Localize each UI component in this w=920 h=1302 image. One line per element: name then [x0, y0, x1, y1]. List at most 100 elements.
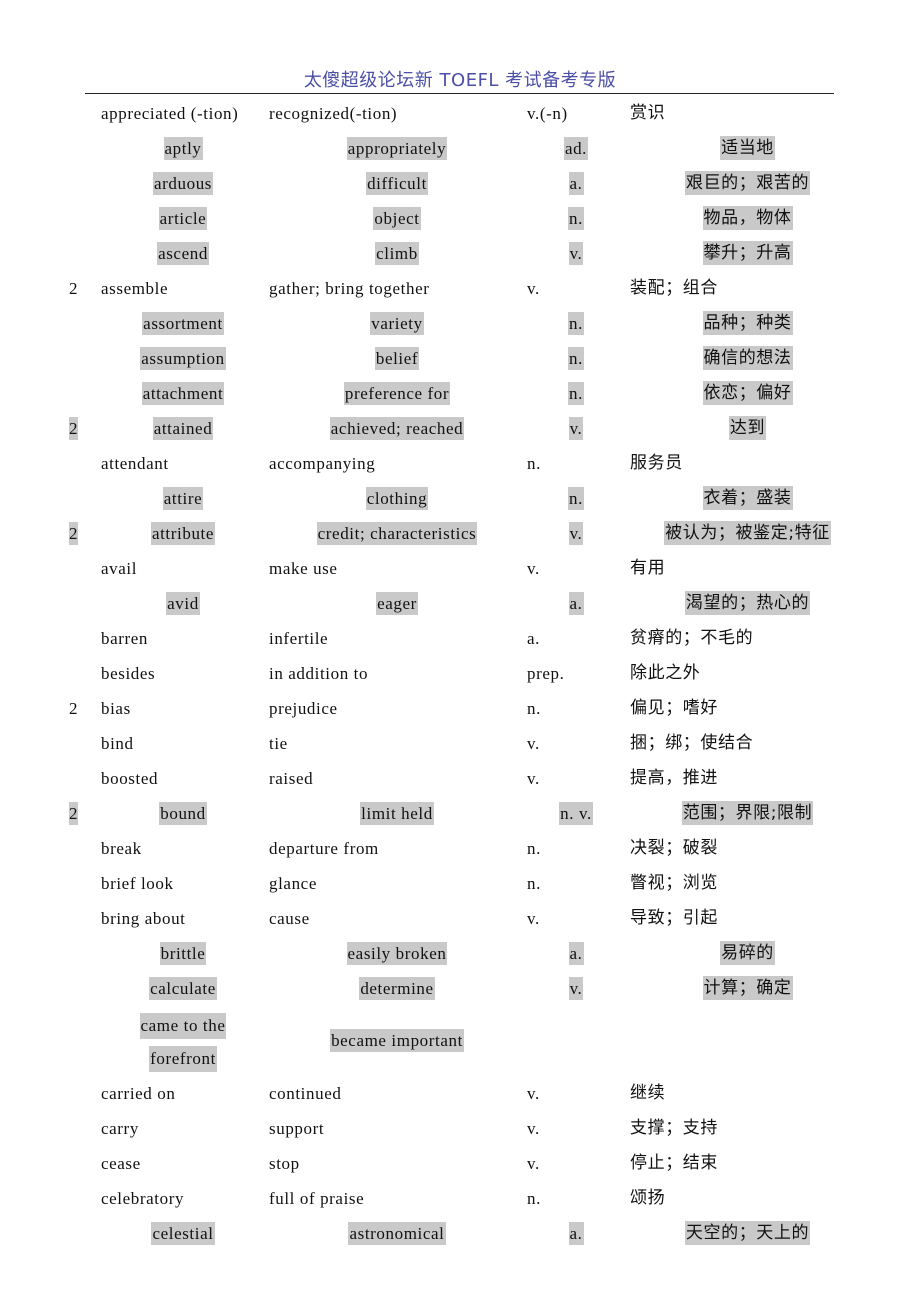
headword-cell: bring about — [101, 901, 186, 936]
chinese-meaning-text: 颂扬 — [630, 1188, 666, 1208]
headword-text: brittle — [159, 942, 207, 965]
part-of-speech-cell: a. — [540, 586, 612, 621]
table-row: 2 attribute credit; characteristics v. 被认为；被… — [0, 516, 920, 551]
part-of-speech-cell: n. — [540, 341, 612, 376]
part-of-speech-cell: v. — [527, 1111, 540, 1146]
part-of-speech-text: prep. — [527, 664, 565, 683]
part-of-speech-cell: v. — [540, 971, 612, 1006]
synonym-text: tie — [269, 734, 288, 753]
chinese-meaning-cell — [650, 1006, 845, 1076]
headword-text: avail — [101, 559, 138, 578]
synonym-text: variety — [370, 312, 424, 335]
headword-text: assumption — [140, 347, 226, 370]
chinese-meaning-cell: 攀升；升高 — [650, 236, 845, 271]
table-row: brittle easily broken a. 易碎的 — [0, 936, 920, 971]
part-of-speech-cell: n. — [540, 376, 612, 411]
part-of-speech-text: a. — [527, 629, 540, 648]
synonym-text: accompanying — [269, 454, 376, 473]
chinese-meaning-cell: 易碎的 — [650, 936, 845, 971]
part-of-speech-cell: n. — [527, 691, 541, 726]
chinese-meaning-text: 依恋；偏好 — [702, 381, 793, 405]
headword-text: celestial — [151, 1222, 215, 1245]
chinese-meaning-cell: 支撑；支持 — [630, 1111, 718, 1146]
chinese-meaning-text: 偏见；嗜好 — [630, 698, 718, 718]
table-row: brief look glance n. 瞥视；浏览 — [0, 866, 920, 901]
table-row: arduous difficult a. 艰巨的；艰苦的 — [0, 166, 920, 201]
chinese-meaning-text: 导致；引起 — [630, 908, 718, 928]
headword-text: attire — [162, 487, 204, 510]
headword-text: barren — [101, 629, 149, 648]
chinese-meaning-cell: 赏识 — [630, 96, 665, 131]
part-of-speech-cell: n. — [527, 831, 541, 866]
chinese-meaning-cell: 物品，物体 — [650, 201, 845, 236]
table-row: bring about cause v. 导致；引起 — [0, 901, 920, 936]
chinese-meaning-text: 停止；结束 — [630, 1153, 718, 1173]
chinese-meaning-text: 决裂；破裂 — [630, 838, 718, 858]
part-of-speech-cell: v.(-n) — [527, 96, 568, 131]
headword-cell: attendant — [101, 446, 169, 481]
table-row: attendant accompanying n. 服务员 — [0, 446, 920, 481]
part-of-speech-text: v. — [527, 559, 540, 578]
headword-text: attained — [152, 417, 214, 440]
headword-text: boosted — [101, 769, 159, 788]
chinese-meaning-cell: 品种；种类 — [650, 306, 845, 341]
synonym-text: make use — [269, 559, 338, 578]
headword-cell: aptly — [100, 131, 266, 166]
synonym-cell: easily broken — [290, 936, 504, 971]
chinese-meaning-text: 艰巨的；艰苦的 — [684, 171, 811, 195]
headword-text: brief look — [101, 874, 174, 893]
part-of-speech-text: a. — [568, 172, 584, 195]
headword-cell: celebratory — [101, 1181, 184, 1216]
headword-lines: came to the forefront — [139, 1009, 227, 1075]
chinese-meaning-text: 天空的；天上的 — [684, 1221, 811, 1245]
table-row: assortment variety n. 品种；种类 — [0, 306, 920, 341]
headword-text: bring about — [101, 909, 186, 928]
headword-cell: avail — [101, 551, 137, 586]
headword-cell: attribute — [100, 516, 266, 551]
table-row: appreciated (-tion) recognized(-tion) v.(-… — [0, 96, 920, 131]
frequency-mark-cell: 2 — [69, 271, 78, 306]
synonym-cell: cause — [269, 901, 310, 936]
synonym-text: continued — [269, 1084, 342, 1103]
chinese-meaning-text: 服务员 — [630, 453, 683, 473]
chinese-meaning-cell: 除此之外 — [630, 656, 700, 691]
part-of-speech-cell: n. — [527, 1181, 541, 1216]
part-of-speech-text: ad. — [563, 137, 589, 160]
chinese-meaning-cell: 被认为；被鉴定;特征 — [650, 516, 845, 551]
synonym-cell: determine — [290, 971, 504, 1006]
part-of-speech-text: v. — [527, 1154, 540, 1173]
synonym-text: easily broken — [346, 942, 448, 965]
synonym-text: prejudice — [269, 699, 338, 718]
headword-text: bias — [101, 699, 131, 718]
chinese-meaning-text: 物品，物体 — [702, 206, 793, 230]
table-row: ascend climb v. 攀升；升高 — [0, 236, 920, 271]
chinese-meaning-cell: 继续 — [630, 1076, 665, 1111]
part-of-speech-cell: v. — [527, 1146, 540, 1181]
synonym-text: infertile — [269, 629, 329, 648]
chinese-meaning-text: 计算；确定 — [702, 976, 793, 1000]
synonym-text: achieved; reached — [329, 417, 465, 440]
table-row: attachment preference for n. 依恋；偏好 — [0, 376, 920, 411]
chinese-meaning-cell: 衣着；盛装 — [650, 481, 845, 516]
headword-cell: article — [100, 201, 266, 236]
chinese-meaning-cell: 提高，推进 — [630, 761, 718, 796]
synonym-text: eager — [376, 592, 418, 615]
headword-cell: avid — [100, 586, 266, 621]
part-of-speech-text: n. — [527, 839, 541, 858]
part-of-speech-text: n. — [527, 874, 541, 893]
headword-text: avid — [166, 592, 200, 615]
headword-cell: attachment — [100, 376, 266, 411]
synonym-text: stop — [269, 1154, 300, 1173]
part-of-speech-text: n. — [568, 487, 584, 510]
chinese-meaning-cell: 艰巨的；艰苦的 — [650, 166, 845, 201]
synonym-cell: stop — [269, 1146, 300, 1181]
chinese-meaning-cell: 达到 — [650, 411, 845, 446]
part-of-speech-text: n. — [527, 454, 541, 473]
synonym-cell: gather; bring together — [269, 271, 429, 306]
part-of-speech-cell: v. — [527, 1076, 540, 1111]
part-of-speech-cell: a. — [540, 1216, 612, 1251]
table-row: besides in addition to prep. 除此之外 — [0, 656, 920, 691]
part-of-speech-text: v. — [527, 1084, 540, 1103]
headword-cell: came to the forefront — [100, 1006, 266, 1076]
frequency-mark-cell: 2 — [69, 796, 79, 831]
